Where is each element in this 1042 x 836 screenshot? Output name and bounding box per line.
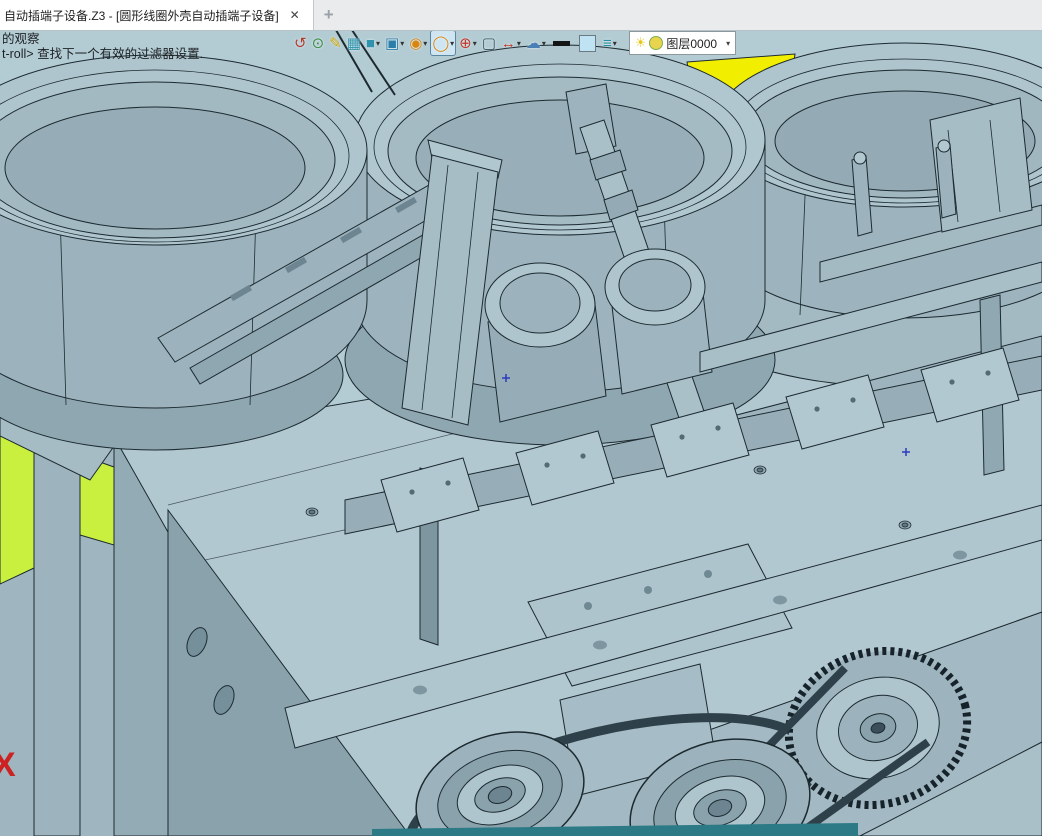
render-settings-icon: ☁: [525, 34, 541, 52]
measure-section-icon: ↔: [500, 34, 516, 52]
display-mode-wireframe-icon[interactable]: ◉ ▾: [408, 31, 428, 55]
highlight-lime-panel[interactable]: [0, 429, 35, 585]
rotate-view-icon: ⊕: [459, 34, 472, 52]
bulb-icon: ☀: [634, 35, 647, 50]
constraint-lock-icon: ⊙: [311, 34, 325, 52]
chevron-down-icon[interactable]: ▾: [473, 39, 477, 48]
print-plot-icon: ↺: [294, 34, 307, 52]
cad-application-window: 自动插端子设备.Z3 - [圆形线圈外壳自动插端子设备] ✕ + 的观察 t-r…: [0, 0, 1042, 836]
toolbar-icons: ↺ ⊙ ✎ ▦ ■ ▾ ▣ ▾ ◉ ▾ ◯ ▾ ⊕ ▾ ▢ ↔ ▾ ☁ ▾ ≡ ▾: [293, 30, 618, 56]
chevron-down-icon[interactable]: ▾: [517, 39, 521, 48]
render-settings-icon[interactable]: ☁ ▾: [525, 31, 547, 55]
display-mode-shaded-icon[interactable]: ▣ ▾: [384, 31, 405, 55]
display-mode-shade-edges-icon[interactable]: ◯ ▾: [430, 30, 457, 56]
chevron-down-icon[interactable]: ▾: [613, 39, 617, 48]
prompt-line-1: 的观察: [2, 32, 40, 46]
line-width-swatch[interactable]: [550, 31, 573, 55]
measure-section-icon[interactable]: ↔ ▾: [500, 31, 522, 55]
layer-manager-icon: ≡: [602, 34, 612, 52]
axis-x-marker: X: [0, 746, 16, 784]
view-orientation-icon[interactable]: ■ ▾: [365, 31, 381, 55]
zoom-window-icon: ▢: [481, 34, 496, 52]
layer-color-dot-icon: [649, 36, 664, 50]
sketch-edit-icon: ✎: [329, 34, 342, 52]
document-tab-title: 自动插端子设备.Z3 - [圆形线圈外壳自动插端子设备]: [4, 8, 279, 23]
face-color-swatch[interactable]: [576, 31, 599, 55]
chevron-down-icon[interactable]: ▾: [542, 39, 546, 48]
chevron-down-icon[interactable]: ▾: [726, 39, 730, 48]
face-color-swatch: [578, 34, 596, 52]
document-tab[interactable]: 自动插端子设备.Z3 - [圆形线圈外壳自动插端子设备] ✕: [0, 0, 314, 30]
line-width-swatch: [552, 40, 570, 46]
view-orientation-icon: ■: [365, 34, 375, 52]
sketch-edit-icon[interactable]: ✎: [328, 31, 343, 55]
rotate-view-icon[interactable]: ⊕ ▾: [458, 31, 478, 55]
close-icon[interactable]: ✕: [287, 7, 303, 23]
chevron-down-icon[interactable]: ▾: [450, 39, 454, 48]
tab-bar: 自动插端子设备.Z3 - [圆形线圈外壳自动插端子设备] ✕ +: [0, 0, 1042, 31]
layer-manager-icon[interactable]: ≡ ▾: [602, 31, 618, 55]
zoom-window-icon[interactable]: ▢: [481, 31, 497, 55]
display-mode-wireframe-icon: ◉: [409, 34, 423, 52]
layer-name: 图层0000: [666, 36, 718, 51]
floating-toolbar: ↺ ⊙ ✎ ▦ ■ ▾ ▣ ▾ ◉ ▾ ◯ ▾ ⊕ ▾ ▢ ↔ ▾ ☁ ▾ ≡ ▾ ☀ 图层0000 ▾: [293, 30, 737, 56]
3d-viewport[interactable]: [0, 0, 1042, 836]
chevron-down-icon[interactable]: ▾: [400, 39, 404, 48]
display-mode-shaded-icon: ▣: [385, 34, 400, 52]
prompt-overlay: 的观察 t-roll> 查找下一个有效的过滤器设置.: [2, 32, 203, 62]
layer-combobox[interactable]: ☀ 图层0000 ▾: [628, 31, 737, 55]
display-mode-shade-edges-icon: ◯: [432, 34, 450, 52]
chevron-down-icon[interactable]: ▾: [376, 39, 380, 48]
isometric-view-icon: ▦: [346, 34, 361, 52]
isometric-view-icon[interactable]: ▦: [346, 31, 362, 55]
prompt-line-2: t-roll> 查找下一个有效的过滤器设置.: [2, 47, 204, 61]
print-plot-icon[interactable]: ↺: [293, 31, 308, 55]
constraint-lock-icon[interactable]: ⊙: [311, 31, 326, 55]
new-tab-button[interactable]: +: [314, 0, 344, 30]
chevron-down-icon[interactable]: ▾: [423, 39, 427, 48]
